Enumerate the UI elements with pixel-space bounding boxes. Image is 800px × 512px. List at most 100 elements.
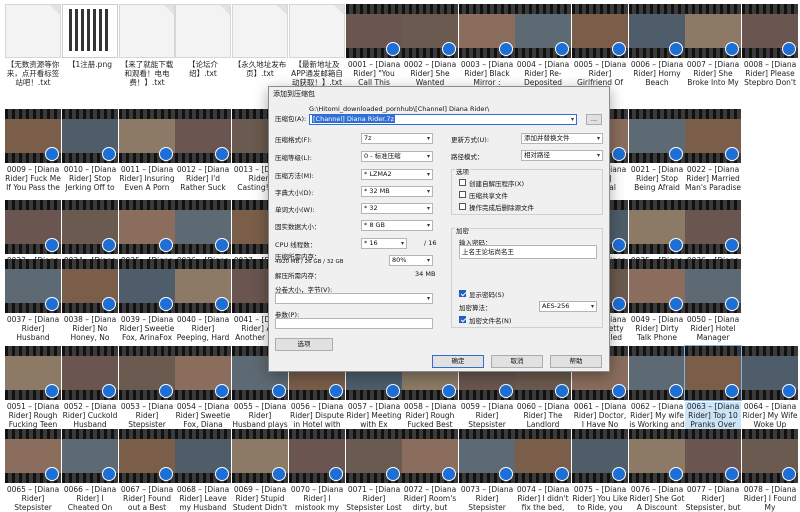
file-name-label: 0021 – [Diana Rider] Stop Being Afraid O…	[630, 165, 684, 192]
password-input[interactable]: 上名王论坛尚名王	[459, 245, 597, 259]
level-select[interactable]: 0 - 标准压缩 ▾	[361, 151, 433, 162]
video-file-item[interactable]: 0005 – [Diana Rider] Girlfriend Of My Fr…	[572, 4, 628, 87]
video-file-item[interactable]: 0002 – [Diana Rider] She Wanted Windows …	[402, 4, 458, 87]
media-player-badge-icon	[272, 467, 286, 481]
split-select[interactable]: ▾	[275, 293, 433, 304]
format-select[interactable]: 7z ▾	[361, 133, 433, 144]
video-file-item[interactable]: 0001 – [Diana Rider] "You Call This Smal…	[346, 4, 402, 87]
media-player-badge-icon	[159, 467, 173, 481]
video-file-item[interactable]: 0073 – [Diana Rider] Stepsister	[459, 429, 515, 512]
encrypt-group-label: 加密	[455, 225, 470, 235]
file-name-label: 0003 – [Diana Rider] Black Mirror : Swee…	[460, 60, 514, 87]
options-button[interactable]: 选项	[275, 338, 333, 351]
text-file-item[interactable]: 【最新地址及APP通发邮箱自动获取！】.txt	[289, 4, 345, 87]
video-thumbnail	[459, 4, 515, 58]
browse-button[interactable]: ...	[586, 114, 602, 125]
media-player-badge-icon	[669, 467, 683, 481]
pathmode-select[interactable]: 相对路径 ▾	[521, 150, 603, 161]
text-file-item[interactable]: 【来了就能下载和观看！电电费！】.txt	[119, 4, 175, 87]
media-player-badge-icon	[669, 42, 683, 56]
video-file-item[interactable]: 0008 – [Diana Rider] Please Stepbro Don'…	[742, 4, 798, 87]
video-thumbnail	[629, 109, 685, 163]
video-file-item[interactable]: 0068 – [Diana Rider] Leave my Husband al…	[175, 429, 231, 512]
video-file-item[interactable]: 0050 – [Diana Rider] Hotel Manager Secre…	[685, 259, 741, 342]
video-file-item[interactable]: 0070 – [Diana Rider] I mistook my Stepsi…	[289, 429, 345, 512]
video-file-item[interactable]: 0064 – [Diana Rider] My Wife Woke Up Whi…	[742, 346, 798, 429]
video-file-item[interactable]: 0006 – [Diana Rider] Horny Beach Adventu…	[629, 4, 685, 87]
video-file-item[interactable]: 0039 – [Diana Rider] Sweetie Fox, ArinaF…	[119, 259, 175, 342]
video-file-item[interactable]: 0076 – [Diana Rider] She Got A Discount	[629, 429, 685, 512]
ok-button[interactable]: 确定	[432, 355, 484, 368]
archive-label: 压缩包(A):	[275, 115, 307, 123]
file-name-label: 【无数资源等你来，点开看标签站吧！.txt	[6, 60, 60, 87]
method-select[interactable]: * LZMA2 ▾	[361, 169, 433, 180]
dict-select[interactable]: * 32 MB ▾	[361, 186, 433, 197]
video-file-item[interactable]: 0072 – [Diana Rider] Room's dirty, but d…	[402, 429, 458, 512]
video-file-item[interactable]: 0065 – [Diana Rider] Stepsister After	[5, 429, 61, 512]
video-file-item[interactable]: 0040 – [Diana Rider] Peeping, Hard Fucki…	[175, 259, 231, 342]
show-password-checkbox[interactable]	[459, 290, 466, 297]
help-button[interactable]: 帮助	[550, 355, 602, 368]
media-player-badge-icon	[272, 384, 286, 398]
video-file-item[interactable]: 0074 – [Diana Rider] I didn't fix the be…	[515, 429, 571, 512]
sfx-checkbox[interactable]	[459, 179, 466, 186]
text-file-icon	[175, 4, 231, 58]
video-file-item[interactable]: 0066 – [Diana Rider] I Cheated On My	[62, 429, 118, 512]
video-file-item[interactable]: 0063 – [Diana Rider] Top 10 Pranks Over …	[684, 345, 742, 429]
archive-name-input[interactable]: [Channel] Diana Rider.7z ▾	[309, 114, 577, 125]
image-file-item[interactable]: 【1注册.png	[62, 4, 118, 87]
file-name-label: 0010 – [Diana Rider] Stop Jerking Off to…	[63, 165, 117, 192]
file-name-label: 0009 – [Diana Rider] Fuck Me If You Pass…	[5, 165, 61, 192]
encrypt-names-checkbox[interactable]	[459, 316, 466, 323]
enc-method-select[interactable]: AES-256 ▾	[539, 301, 597, 312]
video-file-item[interactable]: 0022 – [Diana Rider] Married Man's Parad…	[685, 109, 741, 192]
video-file-item[interactable]: 0071 – [Diana Rider] Stepsister Lost	[346, 429, 402, 512]
file-name-label: 0078 – [Diana Rider] I Found My Stepsist…	[743, 485, 797, 512]
mem-decomp-value: 34 MB	[415, 270, 436, 278]
text-file-item[interactable]: 【无数资源等你来，点开看标签站吧！.txt	[5, 4, 61, 87]
video-file-item[interactable]: 0053 – [Diana Rider] Stepsister Pretende…	[119, 346, 175, 429]
video-file-item[interactable]: 0062 – [Diana Rider] My wife is Working …	[629, 346, 685, 429]
video-file-item[interactable]: 0011 – [Diana Rider] Insuring Even A Por…	[119, 109, 175, 192]
delete-checkbox[interactable]	[459, 203, 466, 210]
video-file-item[interactable]: 0003 – [Diana Rider] Black Mirror : Swee…	[459, 4, 515, 87]
video-file-item[interactable]: 0051 – [Diana Rider] Rough Fucking Teen …	[5, 346, 61, 429]
video-file-item[interactable]: 0052 – [Diana Rider] Cuckold Husband Los…	[62, 346, 118, 429]
video-file-item[interactable]: 0007 – [Diana Rider] She Broke Into My V…	[685, 4, 741, 87]
video-file-item[interactable]: 0067 – [Diana Rider] Found out a Best	[119, 429, 175, 512]
video-file-item[interactable]: 0049 – [Diana Rider] Dirty Talk Phone Se…	[629, 259, 685, 342]
video-file-item[interactable]: 0012 – [Diana Rider] I'd Rather Suck Dic…	[175, 109, 231, 192]
text-file-item[interactable]: 【论坛介绍】.txt	[175, 4, 231, 87]
shared-checkbox[interactable]	[459, 191, 466, 198]
video-file-item[interactable]: 0038 – [Diana Rider] No Honey, No One Is…	[62, 259, 118, 342]
file-name-label: 0055 – [Diana Rider] Husband plays Brawl…	[232, 402, 288, 429]
mem-percent-select[interactable]: 80% ▾	[389, 255, 433, 266]
video-file-item[interactable]: 0009 – [Diana Rider] Fuck Me If You Pass…	[5, 109, 61, 192]
video-file-item[interactable]: 0075 – [Diana Rider] You Like to Ride, y…	[572, 429, 628, 512]
word-select[interactable]: * 32 ▾	[361, 203, 433, 214]
video-file-item[interactable]: 0078 – [Diana Rider] I Found My Stepsist…	[742, 429, 798, 512]
file-name-label: 0054 – [Diana Rider] Sweetie Fox, Diana …	[175, 402, 231, 429]
update-select[interactable]: 添加并替换文件 ▾	[521, 133, 603, 144]
file-name-label: 【永久地址发布页】.txt	[233, 60, 287, 78]
mem-comp-value: 4920 MB / 26 GB / 32 GB	[275, 259, 344, 265]
solid-label: 固实数据大小：	[275, 223, 321, 231]
video-file-item[interactable]: 0010 – [Diana Rider] Stop Jerking Off to…	[62, 109, 118, 192]
chevron-down-icon[interactable]: ▾	[571, 115, 574, 124]
video-thumbnail	[572, 429, 628, 483]
media-player-badge-icon	[612, 384, 626, 398]
cancel-button[interactable]: 取消	[491, 355, 543, 368]
text-file-item[interactable]: 【永久地址发布页】.txt	[232, 4, 288, 87]
video-file-item[interactable]: 0021 – [Diana Rider] Stop Being Afraid O…	[629, 109, 685, 192]
video-file-item[interactable]: 0004 – [Diana Rider] Re-Deposited Right …	[515, 4, 571, 87]
video-file-item[interactable]: 0077 – [Diana Rider] Stepsister, but	[685, 429, 741, 512]
media-player-badge-icon	[725, 297, 739, 311]
video-thumbnail	[175, 429, 231, 483]
video-file-item[interactable]: 0069 – [Diana Rider] Stupid Student Didn…	[232, 429, 288, 512]
file-name-label: 0073 – [Diana Rider] Stepsister	[460, 485, 514, 512]
params-input[interactable]	[275, 318, 433, 329]
video-file-item[interactable]: 0037 – [Diana Rider] Husband Fucks, Love…	[5, 259, 61, 342]
solid-select[interactable]: * 8 GB ▾	[361, 220, 433, 231]
video-file-item[interactable]: 0054 – [Diana Rider] Sweetie Fox, Diana …	[175, 346, 231, 429]
cpu-select[interactable]: * 16 ▾	[361, 238, 407, 249]
